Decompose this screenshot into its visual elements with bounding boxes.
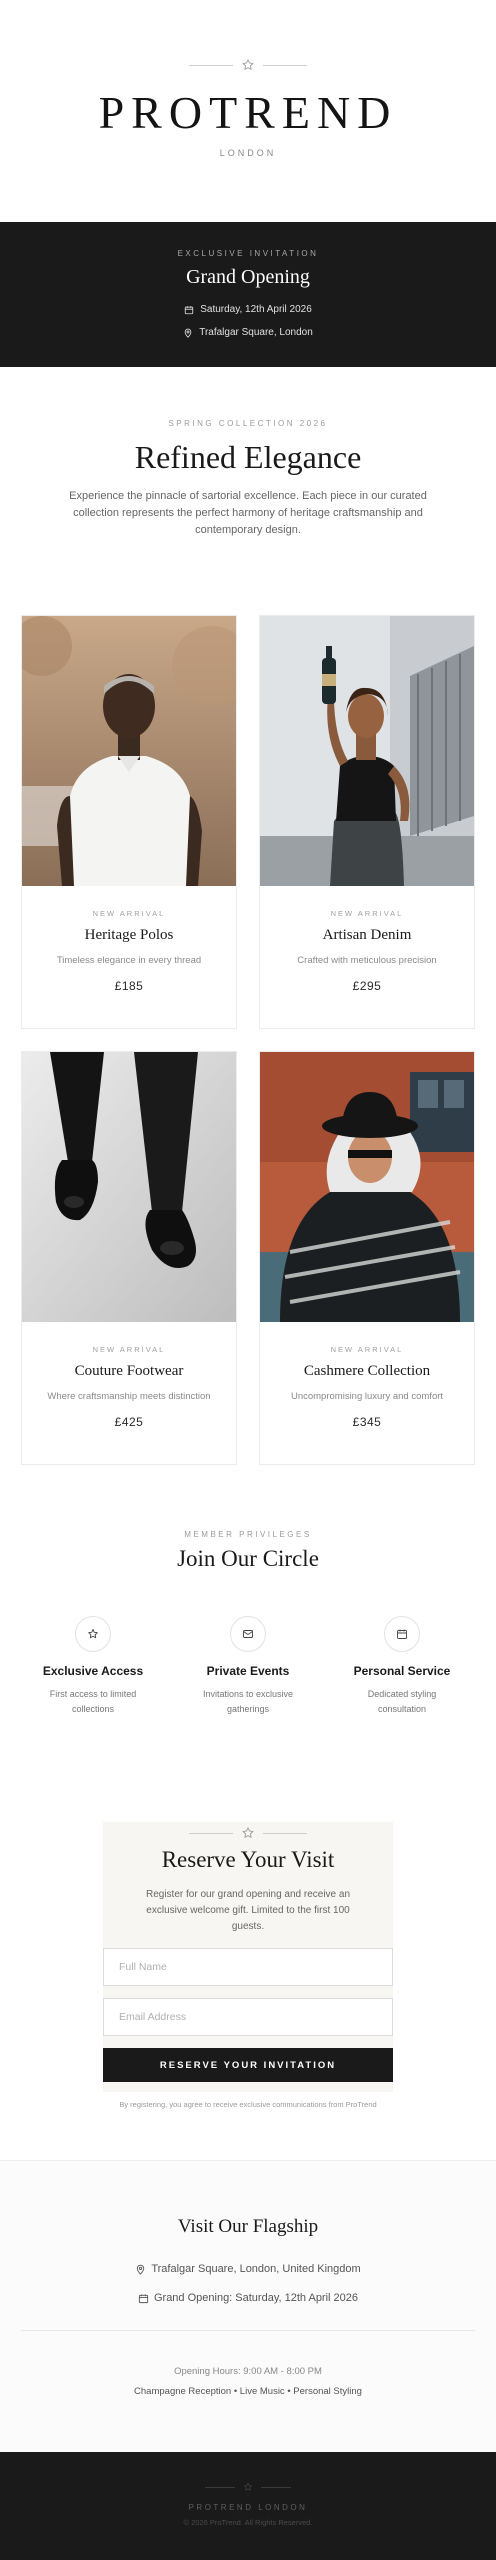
calendar-icon: [138, 2293, 149, 2303]
product-card-couture-footwear[interactable]: NEW ARRIVAL Couture Footwear Where craft…: [21, 1051, 237, 1465]
product-price: £425: [114, 1415, 144, 1429]
envelope-icon: [243, 1630, 253, 1638]
email-input[interactable]: [103, 1998, 393, 2036]
product-name: Artisan Denim: [322, 927, 412, 943]
star-icon: [88, 1629, 98, 1639]
flagship-opening: Grand Opening: Saturday, 12th April 2026: [0, 2292, 496, 2304]
invitation-place-text: Trafalgar Square, London: [199, 327, 313, 338]
opening-hours: Opening Hours: 9:00 AM - 8:00 PM: [174, 2366, 322, 2377]
flagship-title: Visit Our Flagship: [177, 2216, 319, 2237]
map-pin-icon: [137, 2264, 145, 2275]
privilege-title: Private Events: [206, 1664, 290, 1678]
invitation-banner: EXCLUSIVE INVITATION Grand Opening Satur…: [0, 222, 496, 367]
flagship-divider: [21, 2330, 475, 2331]
brand-location: LONDON: [219, 148, 277, 158]
reserve-form: Reserve Your Visit Register for our gran…: [103, 1822, 393, 2092]
brand-logo: PROTREND: [98, 87, 398, 138]
email-page: PROTREND LONDON EXCLUSIVE INVITATION Gra…: [0, 0, 496, 2560]
product-photo-polo: [22, 616, 236, 886]
collection-intro: SPRING COLLECTION 2026 Refined Elegance …: [0, 367, 496, 607]
footer: PROTREND LONDON © 2026 ProTrend. All Rig…: [0, 2452, 496, 2560]
star-icon: [244, 2482, 252, 2491]
footer-ornament: [0, 2482, 496, 2492]
product-tagline: Timeless elegance in every thread: [56, 955, 202, 966]
privilege-icon-circle: [75, 1616, 111, 1652]
invitation-place: Trafalgar Square, London: [0, 327, 496, 338]
privilege-description: Dedicated styling consultation: [367, 1689, 437, 1714]
privilege-private-events: Private Events Invitations to exclusive …: [173, 1616, 323, 1717]
header-ornament: [0, 58, 496, 72]
flagship-address: Trafalgar Square, London, United Kingdom: [0, 2263, 496, 2275]
calendar-icon: [397, 1629, 407, 1639]
star-icon: [242, 1827, 254, 1838]
divider-line: [205, 2486, 235, 2488]
invitation-title: Grand Opening: [186, 266, 310, 288]
privilege-title: Personal Service: [353, 1664, 451, 1678]
privilege-title: Exclusive Access: [42, 1664, 144, 1678]
woman-with-bottle-image: [260, 616, 474, 886]
product-tagline: Crafted with meticulous precision: [297, 955, 437, 966]
product-photo-cashmere: [260, 1052, 474, 1322]
full-name-input[interactable]: [103, 1948, 393, 1986]
product-name: Couture Footwear: [74, 1363, 184, 1379]
privilege-description: Invitations to exclusive gatherings: [202, 1689, 294, 1714]
privileges-title: Join Our Circle: [177, 1546, 319, 1571]
product-tag: NEW ARRIVAL: [330, 1345, 404, 1354]
product-card-heritage-polos[interactable]: NEW ARRIVAL Heritage Polos Timeless eleg…: [21, 615, 237, 1029]
reserve-ornament: [103, 1826, 393, 1840]
divider-line: [263, 1832, 307, 1834]
star-icon: [242, 59, 254, 70]
flagship-address-text: Trafalgar Square, London, United Kingdom: [151, 2263, 361, 2275]
product-grid: NEW ARRIVAL Heritage Polos Timeless eleg…: [21, 615, 475, 1465]
product-price: £185: [114, 979, 144, 993]
product-photo-footwear: [22, 1052, 236, 1322]
flagship-opening-text: Grand Opening: Saturday, 12th April 2026: [153, 2292, 359, 2304]
privileges-kicker: MEMBER PRIVILEGES: [184, 1530, 312, 1539]
divider-line: [261, 2486, 291, 2488]
product-tagline: Where craftsmanship meets distinction: [47, 1391, 211, 1402]
woman-in-hat-image: [260, 1052, 474, 1322]
reserve-description: Register for our grand opening and recei…: [145, 1889, 351, 1932]
collection-description: Experience the pinnacle of sartorial exc…: [69, 490, 427, 536]
footer-brand: PROTREND LONDON: [188, 2503, 308, 2512]
calendar-icon: [185, 305, 194, 314]
invitation-kicker: EXCLUSIVE INVITATION: [177, 249, 319, 258]
flagship-section: Visit Our Flagship Trafalgar Square, Lon…: [0, 2160, 496, 2452]
product-tag: NEW ARRIVAL: [330, 909, 404, 918]
privilege-description: First access to limited collections: [49, 1689, 137, 1714]
divider-line: [189, 64, 233, 66]
product-card-cashmere-collection[interactable]: NEW ARRIVAL Cashmere Collection Uncompro…: [259, 1051, 475, 1465]
reserve-invitation-button[interactable]: RESERVE YOUR INVITATION: [103, 2048, 393, 2082]
collection-title: Refined Elegance: [134, 439, 362, 475]
header: PROTREND LONDON: [0, 0, 496, 222]
invitation-date-text: Saturday, 12th April 2026: [200, 304, 312, 315]
product-tagline: Uncompromising luxury and comfort: [290, 1391, 444, 1402]
invitation-date: Saturday, 12th April 2026: [0, 304, 496, 315]
product-card-artisan-denim[interactable]: NEW ARRIVAL Artisan Denim Crafted with m…: [259, 615, 475, 1029]
product-tag: NEW ARRIVAL: [92, 909, 166, 918]
privilege-icon-circle: [230, 1616, 266, 1652]
product-photo-denim: [260, 616, 474, 886]
privilege-icon-circle: [384, 1616, 420, 1652]
man-in-white-polo-image: [22, 616, 236, 886]
footer-copyright: © 2026 ProTrend. All Rights Reserved.: [183, 2518, 313, 2527]
privilege-personal-service: Personal Service Dedicated styling consu…: [327, 1616, 477, 1717]
divider-line: [189, 1832, 233, 1834]
member-privileges: MEMBER PRIVILEGES Join Our Circle Exclus…: [0, 1480, 496, 1780]
map-pin-icon: [184, 328, 192, 338]
product-name: Cashmere Collection: [303, 1363, 431, 1379]
reserve-title: Reserve Your Visit: [161, 1847, 335, 1872]
product-price: £345: [352, 1415, 382, 1429]
collection-kicker: SPRING COLLECTION 2026: [168, 419, 328, 428]
product-tag: NEW ARRIVAL: [92, 1345, 166, 1354]
event-extras: Champagne Reception • Live Music • Perso…: [134, 2386, 362, 2397]
product-price: £295: [352, 979, 382, 993]
privilege-exclusive-access: Exclusive Access First access to limited…: [18, 1616, 168, 1717]
product-name: Heritage Polos: [84, 927, 174, 943]
reserve-fine-print: By registering, you agree to receive exc…: [119, 2100, 377, 2109]
black-loafers-image: [22, 1052, 236, 1322]
divider-line: [263, 64, 307, 66]
